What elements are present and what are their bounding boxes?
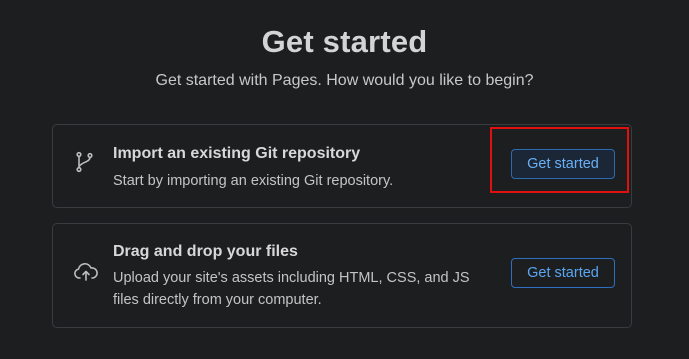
import-git-title: Import an existing Git repository [113, 145, 361, 162]
git-branch-icon [73, 150, 97, 174]
page-subtitle: Get started with Pages. How would you li… [155, 72, 534, 89]
page-title: Get started [261, 24, 428, 59]
import-git-get-started-button[interactable]: Get started [511, 149, 615, 179]
upload-files-description: Upload your site's assets including HTML… [113, 270, 470, 308]
upload-files-get-started-button[interactable]: Get started [511, 258, 615, 288]
import-git-option-card: Import an existing Git repository Start … [52, 124, 632, 208]
get-started-page: Get started Get started with Pages. How … [0, 0, 689, 359]
upload-files-title: Drag and drop your files [113, 243, 298, 260]
import-git-description: Start by importing an existing Git repos… [113, 173, 394, 189]
upload-files-option-card: Drag and drop your files Upload your sit… [52, 223, 632, 328]
cloud-upload-icon [73, 260, 98, 284]
